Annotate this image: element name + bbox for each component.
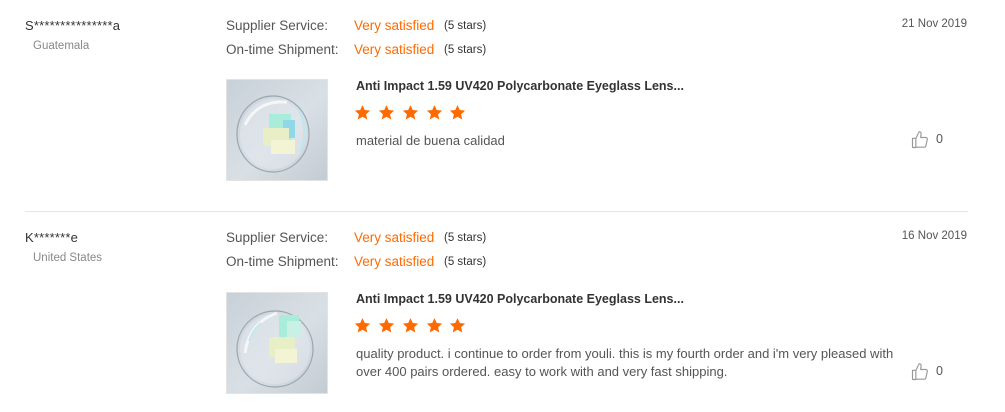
review-comment: material de buena calidad: [356, 133, 505, 148]
buyer-country: United States: [33, 252, 103, 264]
buyer-name: K*******e: [25, 230, 79, 245]
buyer-country: Guatemala: [33, 40, 90, 52]
supplier-service-label: Supplier Service:: [226, 230, 329, 245]
product-title-link[interactable]: Anti Impact 1.59 UV420 Polycarbonate Eye…: [356, 79, 684, 93]
star-icon: [450, 318, 466, 333]
supplier-service-value: Very satisfied: [354, 18, 435, 33]
star-icon: [426, 318, 442, 333]
star-icon: [426, 105, 442, 120]
shipment-stars: (5 stars): [444, 256, 487, 268]
star-icon: [354, 105, 371, 120]
star-icon: [378, 318, 394, 333]
product-title-link[interactable]: Anti Impact 1.59 UV420 Polycarbonate Eye…: [356, 292, 684, 306]
review-date: 16 Nov 2019: [901, 230, 967, 242]
star-icon: [450, 105, 466, 120]
shipment-label: On-time Shipment:: [226, 42, 339, 57]
buyer-name: S***************a: [25, 18, 121, 33]
product-rating-stars: [354, 317, 469, 335]
review-item: K*******e United States Supplier Service…: [0, 212, 1005, 412]
star-icon: [354, 318, 371, 333]
review-date: 21 Nov 2019: [901, 18, 967, 30]
shipment-stars: (5 stars): [444, 44, 487, 56]
review-item: S***************a Guatemala Supplier Ser…: [0, 0, 1005, 211]
supplier-service-value: Very satisfied: [354, 230, 435, 245]
like-count: 0: [936, 364, 943, 378]
shipment-label: On-time Shipment:: [226, 254, 339, 269]
lens-image: [236, 95, 310, 173]
lens-image: [236, 310, 314, 388]
thumbs-up-icon: [911, 131, 928, 149]
product-rating-stars: [354, 104, 469, 122]
thumbs-up-icon: [911, 363, 928, 381]
star-icon: [402, 318, 418, 333]
supplier-service-label: Supplier Service:: [226, 18, 329, 33]
like-count: 0: [936, 132, 943, 146]
supplier-service-stars: (5 stars): [444, 20, 487, 32]
shipment-value: Very satisfied: [354, 42, 435, 57]
product-thumbnail[interactable]: [226, 292, 328, 394]
star-icon: [402, 105, 418, 120]
star-icon: [378, 105, 394, 120]
supplier-service-stars: (5 stars): [444, 232, 487, 244]
shipment-value: Very satisfied: [354, 254, 435, 269]
product-thumbnail[interactable]: [226, 79, 328, 181]
review-comment: quality product. i continue to order fro…: [356, 346, 894, 379]
